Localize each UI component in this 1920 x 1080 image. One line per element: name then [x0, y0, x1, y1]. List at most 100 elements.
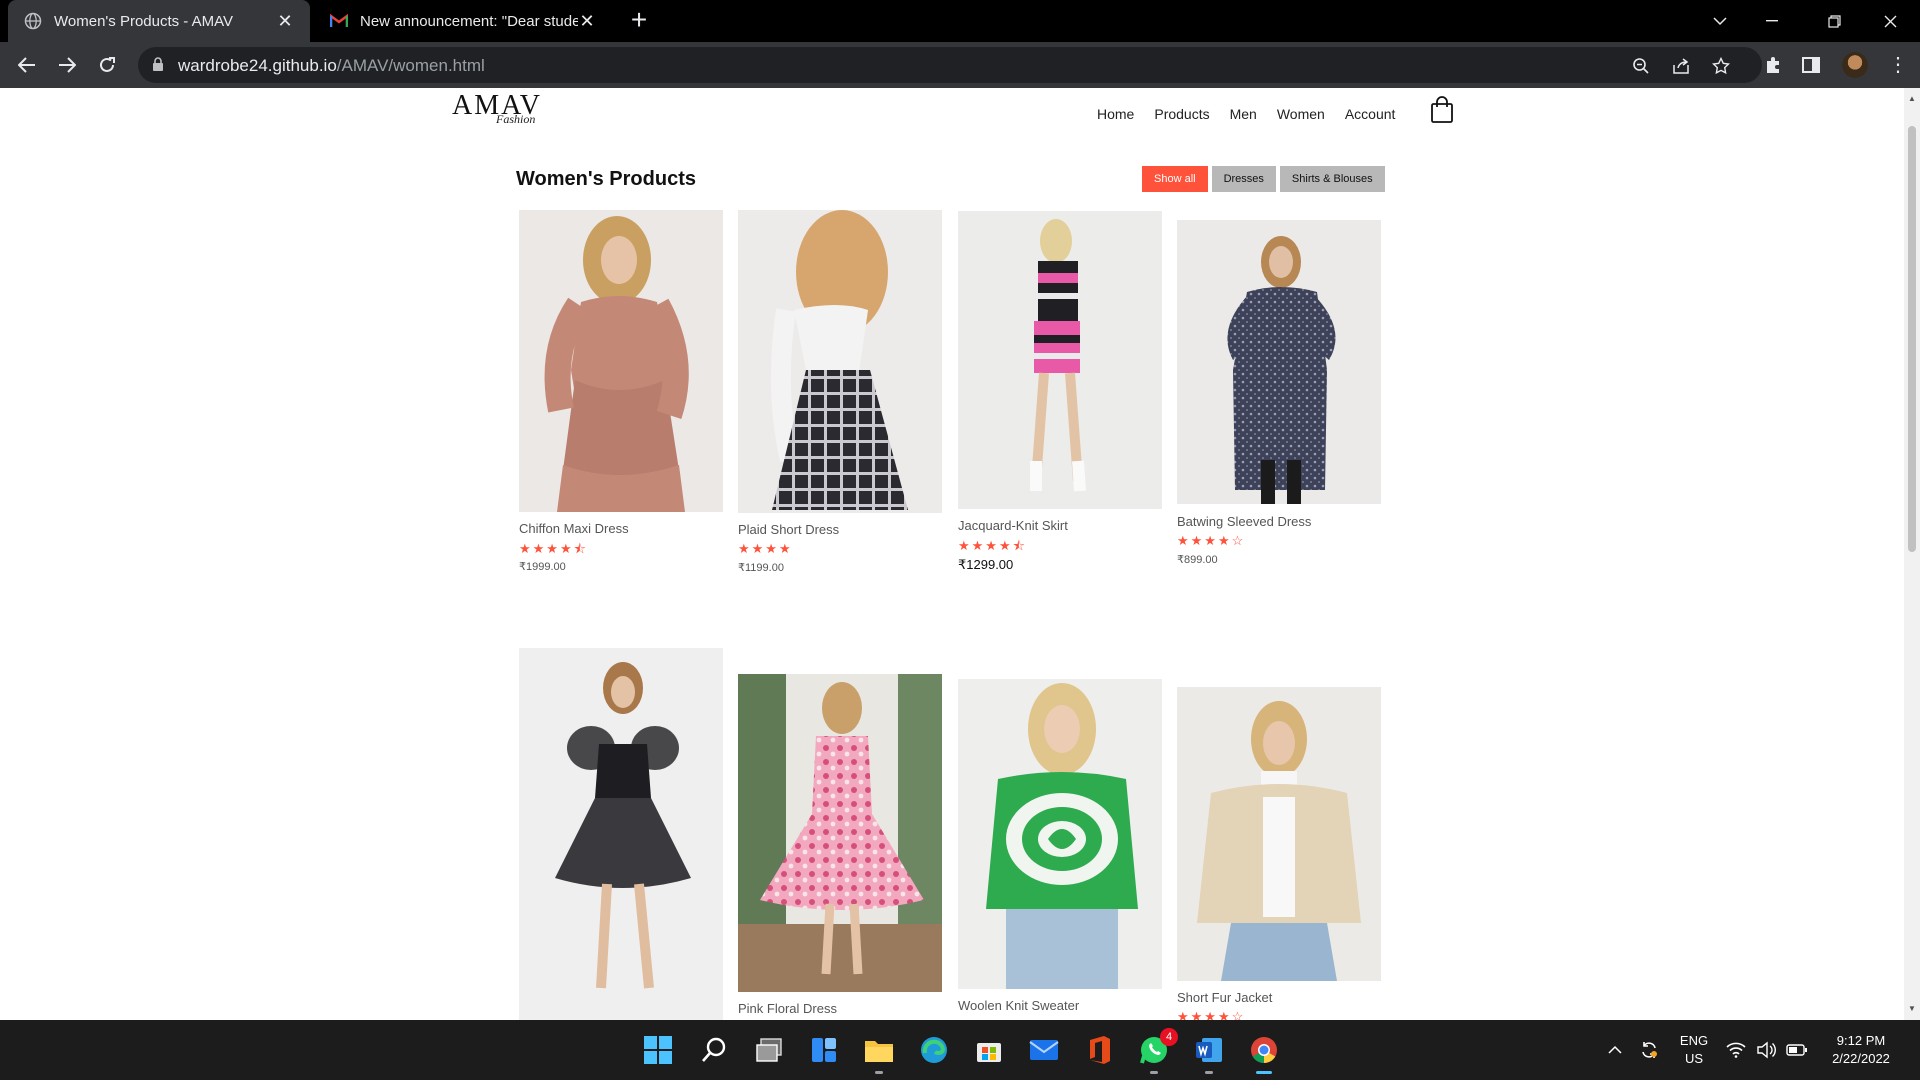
page-title: Women's Products [516, 168, 696, 190]
input-language-indicator[interactable]: ENG US [1676, 1032, 1712, 1068]
product-price: ₹1299.00 [958, 557, 1014, 572]
product-name[interactable]: Short Fur Jacket [1177, 990, 1272, 1005]
windows-taskbar: 4 ENG US 9:12 PM 2/22/2022 [0, 1020, 1920, 1080]
site-logo[interactable]: AMAV Fashion [452, 88, 542, 132]
product-name[interactable]: Plaid Short Dress [738, 522, 839, 537]
browser-menu-icon[interactable]: ⋮ [1888, 52, 1908, 78]
lang-line-2: US [1684, 1051, 1704, 1066]
task-view-icon[interactable] [749, 1030, 789, 1070]
logo-tagline: Fashion [496, 112, 536, 126]
scrollbar-thumb[interactable] [1908, 126, 1916, 552]
new-tab-button[interactable]: + [624, 6, 654, 36]
tab-title: New announcement: "Dear stude [360, 12, 578, 30]
product-name[interactable]: Jacquard-Knit Skirt [958, 518, 1068, 533]
page-viewport: AMAV Fashion Home Products Men Women Acc… [0, 88, 1904, 1020]
lang-line-1: ENG [1679, 1033, 1709, 1048]
microsoft-store-icon[interactable] [969, 1030, 1009, 1070]
back-button[interactable] [12, 50, 42, 80]
product-card[interactable]: Pink Floral Dress [738, 674, 942, 1020]
mail-icon[interactable] [1024, 1030, 1064, 1070]
system-clock[interactable]: 9:12 PM 2/22/2022 [1816, 1032, 1906, 1068]
wifi-icon[interactable] [1722, 1020, 1750, 1080]
product-image-green-sweater[interactable] [958, 679, 1162, 989]
product-name[interactable]: Woolen Knit Sweater [958, 998, 1079, 1013]
side-panel-icon[interactable] [1800, 54, 1822, 76]
nav-account[interactable]: Account [1345, 106, 1396, 122]
windows-start-icon[interactable] [638, 1030, 678, 1070]
tab-gmail-announcement[interactable]: New announcement: "Dear stude ✕ [314, 0, 612, 42]
product-name[interactable]: Batwing Sleeved Dress [1177, 514, 1311, 529]
nav-home[interactable]: Home [1097, 106, 1134, 122]
scroll-up-arrow-icon[interactable]: ▲ [1908, 94, 1916, 103]
share-icon[interactable] [1670, 55, 1692, 77]
zoom-icon[interactable] [1630, 55, 1652, 77]
forward-button[interactable] [52, 50, 82, 80]
running-indicator [875, 1071, 883, 1074]
product-image-teddy-jacket[interactable] [1177, 687, 1381, 981]
edge-browser-icon[interactable] [914, 1030, 954, 1070]
battery-icon[interactable] [1782, 1020, 1812, 1080]
chrome-icon[interactable] [1244, 1030, 1284, 1074]
product-card[interactable]: Batwing Sleeved Dress ★★★★☆ ₹899.00 [1177, 220, 1381, 680]
filter-show-all-button[interactable]: Show all [1142, 166, 1208, 192]
clock-date: 2/22/2022 [1832, 1051, 1890, 1066]
product-image-pink-floral-dress[interactable] [738, 674, 942, 992]
product-card[interactable] [519, 648, 723, 1020]
volume-icon[interactable] [1752, 1020, 1780, 1080]
page-scrollbar[interactable]: ▲ ▼ [1904, 88, 1920, 1020]
filter-shirts-blouses-button[interactable]: Shirts & Blouses [1279, 166, 1385, 192]
show-hidden-icons-chevron-icon[interactable] [1602, 1020, 1628, 1080]
star-rating-icon: ★★★★⯪ [958, 538, 1027, 553]
shopping-bag-icon[interactable] [1430, 96, 1454, 124]
product-card[interactable]: Plaid Short Dress ★★★★ ₹1199.00 [738, 210, 942, 670]
nav-women[interactable]: Women [1277, 106, 1325, 122]
star-rating-icon: ★★★★ [738, 541, 793, 556]
profile-avatar[interactable] [1842, 52, 1868, 78]
browser-toolbar: wardrobe24.github.io/AMAV/women.html ⋮ [0, 42, 1920, 88]
close-tab-icon[interactable]: ✕ [578, 11, 596, 32]
product-card[interactable]: Woolen Knit Sweater [958, 679, 1162, 1020]
office-icon[interactable] [1079, 1030, 1119, 1070]
product-image-plaid-dress[interactable] [738, 210, 942, 513]
lock-icon[interactable] [152, 57, 164, 77]
widgets-icon[interactable] [804, 1030, 844, 1070]
sync-icon[interactable] [1634, 1020, 1664, 1080]
restore-button[interactable] [1806, 0, 1862, 42]
main-nav: Home Products Men Women Account [1097, 102, 1415, 126]
whatsapp-icon[interactable]: 4 [1134, 1028, 1178, 1074]
tab-womens-products[interactable]: Women's Products - AMAV ✕ [8, 0, 310, 42]
product-name[interactable]: Pink Floral Dress [738, 1001, 837, 1016]
file-explorer-icon[interactable] [859, 1030, 899, 1074]
bookmark-star-icon[interactable] [1710, 55, 1732, 77]
product-image-jacquard-set[interactable] [958, 211, 1162, 509]
nav-men[interactable]: Men [1230, 106, 1257, 122]
star-rating-icon: ★★★★⯪ [519, 541, 588, 556]
close-window-button[interactable] [1862, 0, 1918, 42]
star-rating-icon: ★★★★☆ [1177, 1009, 1246, 1020]
extensions-icon[interactable] [1762, 54, 1784, 76]
gmail-icon [330, 12, 348, 30]
address-bar[interactable]: wardrobe24.github.io/AMAV/women.html [138, 47, 1762, 83]
tab-title: Women's Products - AMAV [54, 12, 234, 30]
product-card[interactable]: Short Fur Jacket ★★★★☆ [1177, 687, 1381, 1020]
close-tab-icon[interactable]: ✕ [276, 11, 294, 32]
product-name[interactable]: Chiffon Maxi Dress [519, 521, 629, 536]
reload-button[interactable] [92, 50, 122, 80]
product-card[interactable]: Chiffon Maxi Dress ★★★★⯪ ₹1999.00 [519, 210, 723, 670]
scroll-down-arrow-icon[interactable]: ▼ [1908, 1004, 1916, 1013]
running-indicator [1205, 1071, 1213, 1074]
word-icon[interactable] [1189, 1030, 1229, 1074]
nav-products[interactable]: Products [1154, 106, 1209, 122]
product-image-rose-dress[interactable] [519, 210, 723, 512]
filter-dresses-button[interactable]: Dresses [1211, 166, 1276, 192]
star-rating-icon: ★★★★☆ [1177, 533, 1246, 548]
product-image-navy-dress[interactable] [1177, 220, 1381, 504]
notification-badge: 4 [1160, 1028, 1178, 1046]
url-text: wardrobe24.github.io/AMAV/women.html [178, 56, 485, 76]
tab-search-icon[interactable] [1692, 0, 1748, 42]
product-card[interactable]: Jacquard-Knit Skirt ★★★★⯪ ₹1299.00 [958, 211, 1162, 671]
search-icon[interactable] [694, 1030, 734, 1070]
product-image-black-organza-dress[interactable] [519, 648, 723, 1020]
minimize-button[interactable] [1744, 0, 1800, 42]
product-price: ₹1199.00 [738, 562, 784, 574]
